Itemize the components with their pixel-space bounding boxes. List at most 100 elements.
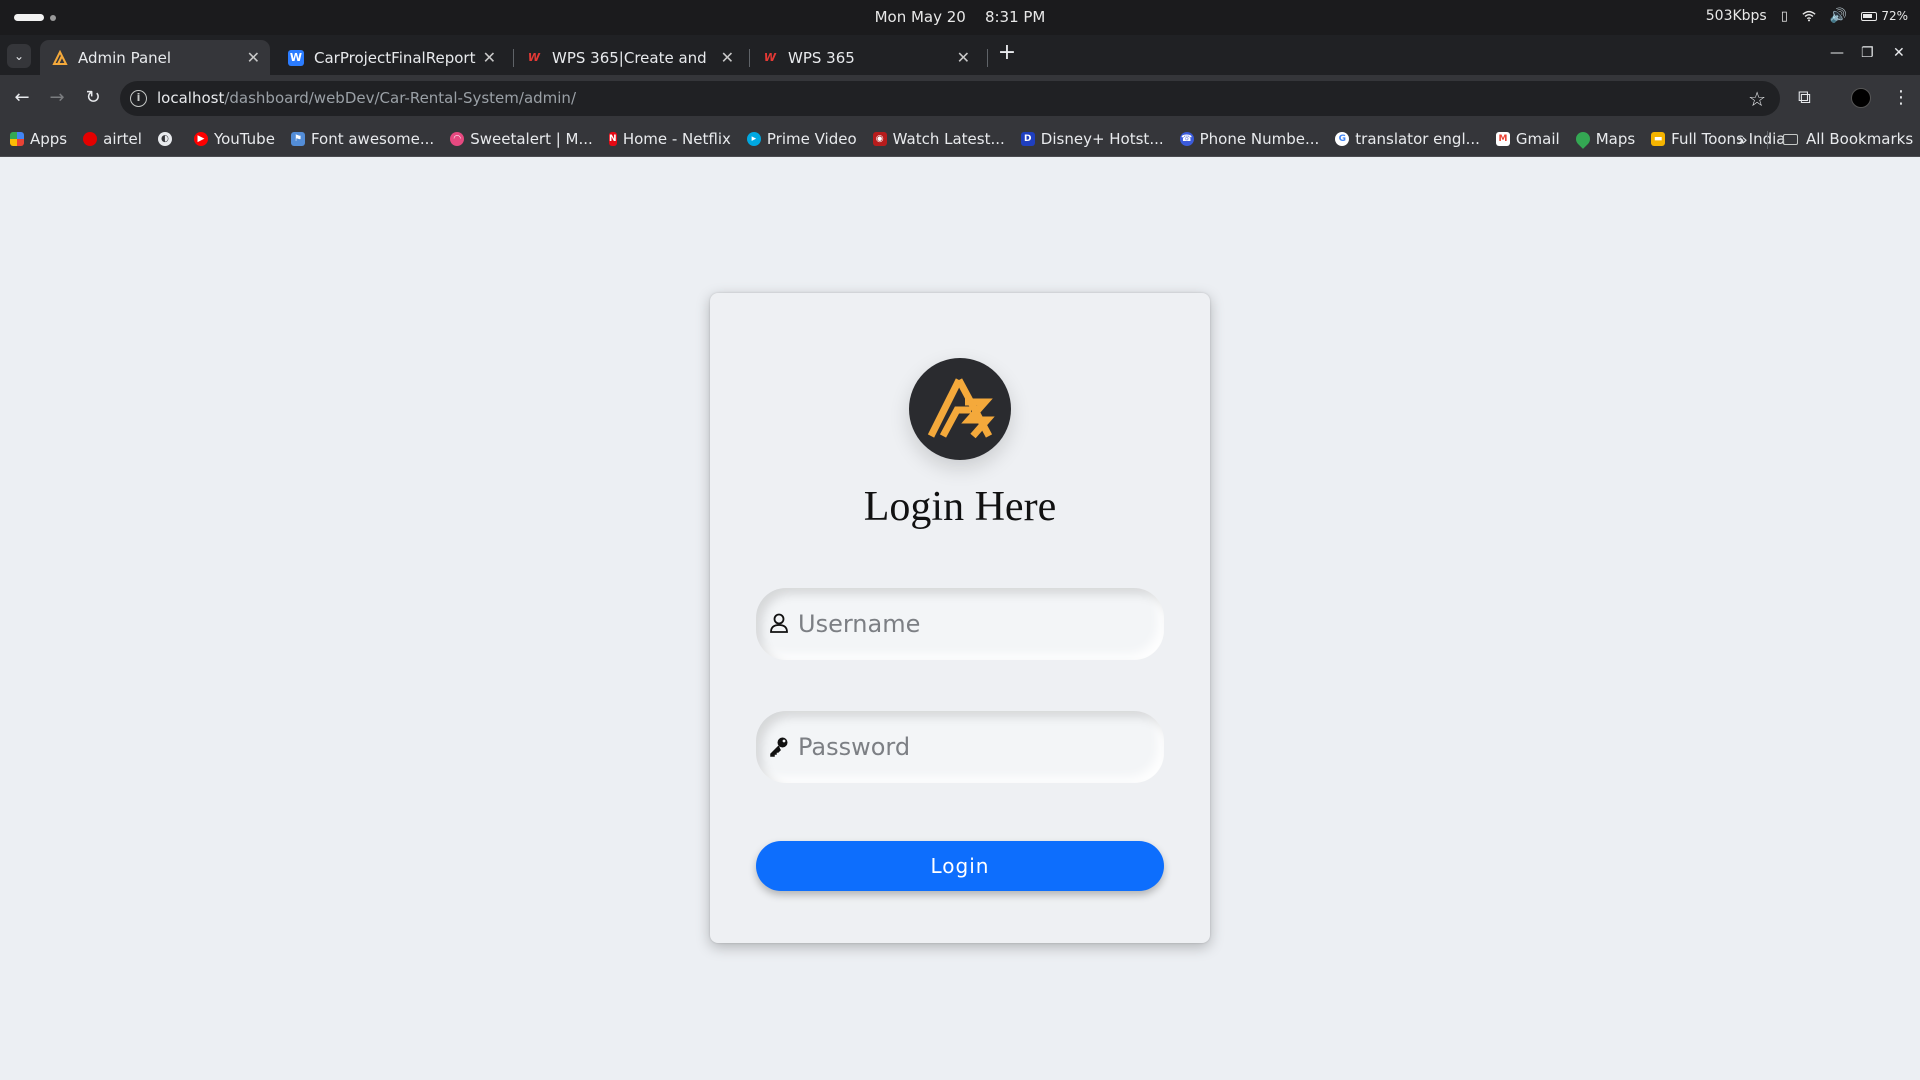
- new-tab-button[interactable]: +: [996, 42, 1018, 65]
- bookmark-label: Home - Netflix: [622, 130, 731, 148]
- password-field: [756, 711, 1164, 783]
- all-bookmarks-label: All Bookmarks: [1806, 130, 1914, 148]
- bookmark-label: Phone Numbe...: [1199, 130, 1320, 148]
- google-icon: G: [1335, 132, 1350, 146]
- close-tab-icon[interactable]: ✕: [721, 48, 734, 67]
- login-heading: Login Here: [863, 484, 1057, 530]
- username-input[interactable]: [798, 588, 1138, 660]
- bookmark-full-toons[interactable]: ▬ Full Toons India: [1651, 130, 1785, 148]
- os-top-bar: Mon May 20 8:31 PM 503Kbps ▯ 🔊 72%: [0, 0, 1920, 35]
- close-window-button[interactable]: ✕: [1893, 45, 1905, 61]
- reload-button[interactable]: ↻: [82, 87, 104, 109]
- bookmark-label: airtel: [103, 130, 142, 148]
- maps-icon: [1572, 129, 1593, 149]
- login-card: Login Here Login: [710, 293, 1210, 943]
- more-bookmarks-icon[interactable]: »: [1738, 130, 1748, 149]
- bookmark-youtube[interactable]: ▶ YouTube: [193, 130, 275, 148]
- airtel-icon: [83, 132, 98, 146]
- wps-writer-icon: W: [288, 49, 304, 66]
- bookmark-label: Maps: [1595, 130, 1636, 148]
- wifi-icon: [1802, 10, 1816, 22]
- minimize-button[interactable]: —: [1830, 45, 1844, 61]
- key-icon: [770, 737, 788, 757]
- bookmark-sweetalert[interactable]: ◠ Sweetalert | M...: [450, 130, 593, 148]
- address-bar[interactable]: i localhost/dashboard/webDev/Car-Rental-…: [120, 81, 1780, 116]
- brand-logo-icon: [52, 49, 68, 66]
- password-input[interactable]: [798, 711, 1138, 783]
- bookmarks-bar: Apps airtel ◐ ▶ YouTube ⚑ Font awesome... …: [0, 122, 1920, 157]
- watch-icon: ◉: [872, 132, 887, 146]
- close-tab-icon[interactable]: ✕: [483, 48, 496, 67]
- restore-button[interactable]: ❐: [1861, 45, 1874, 61]
- bookmark-gmail[interactable]: M Gmail: [1495, 130, 1560, 148]
- battery-icon: 72%: [1861, 9, 1908, 23]
- clipboard-icon: ▯: [1780, 8, 1788, 24]
- bookmark-label: Gmail: [1515, 130, 1560, 148]
- bookmark-label: translator engl...: [1355, 130, 1480, 148]
- bookmark-font-awesome[interactable]: ⚑ Font awesome...: [290, 130, 435, 148]
- bookmark-translator[interactable]: Gtranslator engl...: [1335, 130, 1480, 148]
- network-speed: 503Kbps: [1705, 8, 1767, 24]
- folder-icon: [1783, 133, 1798, 145]
- bookmark-label: Watch Latest...: [892, 130, 1005, 148]
- tab-wps-create[interactable]: W WPS 365|Create and edit ✕: [514, 40, 744, 75]
- bookmark-label: Apps: [30, 130, 68, 148]
- browser-toolbar: ← → ↻ i localhost/dashboard/webDev/Car-R…: [0, 75, 1920, 122]
- bookmark-hotstar[interactable]: D Disney+ Hotst...: [1020, 130, 1164, 148]
- bookmark-watch-latest[interactable]: ◉ Watch Latest...: [872, 130, 1005, 148]
- tab-title: WPS 365: [788, 48, 855, 67]
- tab-admin-panel[interactable]: Admin Panel ✕: [40, 40, 270, 75]
- tab-search-button[interactable]: ⌄: [7, 44, 31, 68]
- globe-icon: ◐: [157, 132, 172, 146]
- brand-logo-icon: [927, 378, 995, 439]
- tab-separator: [987, 49, 988, 67]
- forward-button[interactable]: →: [46, 87, 68, 109]
- profile-avatar[interactable]: [1851, 88, 1871, 108]
- bookmark-phone-number[interactable]: ☎ Phone Numbe...: [1179, 130, 1320, 148]
- netflix-icon: N: [608, 132, 617, 146]
- tab-wps-365[interactable]: W WPS 365 ✕: [750, 40, 980, 75]
- login-button[interactable]: Login: [756, 841, 1164, 891]
- clock[interactable]: Mon May 20 8:31 PM: [0, 8, 1920, 26]
- wps-icon: W: [527, 51, 541, 64]
- tab-title: WPS 365|Create and edit: [552, 48, 712, 67]
- extensions-icon[interactable]: ⧉: [1798, 87, 1811, 108]
- battery-percent: 72%: [1881, 9, 1908, 23]
- wps-icon: W: [763, 51, 777, 64]
- sweetalert-icon: ◠: [450, 132, 465, 146]
- bookmark-label: YouTube: [213, 130, 275, 148]
- tab-title: CarProjectFinalReport: [314, 48, 476, 67]
- brand-logo: [909, 358, 1011, 460]
- close-tab-icon[interactable]: ✕: [957, 48, 970, 67]
- url-text[interactable]: localhost/dashboard/webDev/Car-Rental-Sy…: [157, 89, 576, 107]
- close-tab-icon[interactable]: ✕: [247, 48, 260, 67]
- bookmark-label: Full Toons India: [1671, 130, 1786, 148]
- apps-grid-icon: [10, 132, 24, 146]
- bookmark-airtel[interactable]: airtel: [83, 130, 142, 148]
- bookmarks-separator: [1767, 131, 1768, 149]
- back-button[interactable]: ←: [11, 87, 33, 109]
- date-label: Mon May 20: [874, 8, 966, 26]
- all-bookmarks-button[interactable]: All Bookmarks: [1783, 130, 1913, 148]
- youtube-icon: ▶: [193, 132, 208, 146]
- menu-kebab-icon[interactable]: ⋮: [1892, 87, 1910, 108]
- bookmark-label: Font awesome...: [310, 130, 435, 148]
- username-field: [756, 588, 1164, 660]
- bookmark-apps[interactable]: Apps: [10, 130, 67, 148]
- bookmark-globe[interactable]: ◐: [157, 132, 178, 146]
- volume-icon: 🔊: [1829, 8, 1848, 24]
- bookmark-label: Disney+ Hotst...: [1040, 130, 1164, 148]
- bookmark-label: Sweetalert | M...: [470, 130, 593, 148]
- site-info-icon[interactable]: i: [130, 90, 147, 107]
- user-icon: [770, 613, 788, 633]
- bookmark-prime-video[interactable]: ▸ Prime Video: [746, 130, 857, 148]
- bookmark-label: Prime Video: [766, 130, 857, 148]
- system-tray[interactable]: 503Kbps ▯ 🔊 72%: [1706, 8, 1908, 24]
- bookmark-maps[interactable]: Maps: [1572, 129, 1636, 149]
- tab-car-project-report[interactable]: W CarProjectFinalReport ✕: [276, 40, 506, 75]
- url-host: localhost: [157, 89, 225, 107]
- bookmark-netflix[interactable]: N Home - Netflix: [608, 130, 731, 148]
- bookmark-star-icon[interactable]: ☆: [1748, 87, 1766, 111]
- time-label: 8:31 PM: [984, 8, 1046, 26]
- page-content: Login Here Login: [0, 158, 1920, 1080]
